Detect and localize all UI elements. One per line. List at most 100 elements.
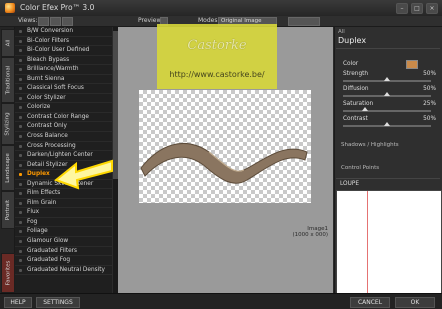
tab-portrait[interactable]: Portrait	[1, 191, 15, 229]
favorite-toggle-icon[interactable]	[19, 68, 22, 72]
tab-portrait-label: Portrait	[5, 199, 12, 221]
favorite-toggle-icon[interactable]	[19, 87, 22, 91]
filter-item[interactable]: Fog	[15, 218, 112, 228]
slider-knob[interactable]	[362, 107, 368, 111]
filter-item-label: Graduated Fog	[27, 257, 71, 264]
slider-knob[interactable]	[384, 77, 390, 81]
ok-button[interactable]: OK	[395, 297, 435, 308]
filter-item[interactable]: Film Grain	[15, 199, 112, 209]
transparent-canvas[interactable]	[139, 90, 311, 203]
favorite-toggle-icon[interactable]	[19, 220, 22, 224]
favorite-toggle-icon[interactable]	[19, 30, 22, 33]
favorite-toggle-icon[interactable]	[19, 144, 22, 148]
favorite-toggle-icon[interactable]	[19, 182, 22, 186]
filter-item[interactable]: Bi-Color Filters	[15, 37, 112, 47]
favorite-toggle-icon[interactable]	[19, 58, 22, 62]
favorite-toggle-icon[interactable]	[19, 173, 22, 177]
title-bar: Color Efex Pro™ 3.0 – □ ×	[0, 0, 442, 17]
tab-traditional-label: Traditional	[5, 65, 12, 95]
favorite-toggle-icon[interactable]	[19, 192, 22, 196]
slider-value: 50%	[423, 116, 436, 122]
filter-item[interactable]: Flux	[15, 208, 112, 218]
tab-favorites[interactable]: Favorites	[1, 253, 15, 293]
filter-item[interactable]: Graduated Neutral Density	[15, 266, 112, 276]
filter-item[interactable]: Bleach Bypass	[15, 56, 112, 66]
slider-saturation: Saturation 25%	[343, 101, 438, 113]
filter-item[interactable]: Color Stylizer	[15, 94, 112, 104]
favorite-toggle-icon[interactable]	[19, 211, 22, 215]
color-swatch[interactable]	[406, 60, 418, 69]
favorite-toggle-icon[interactable]	[19, 39, 22, 43]
image-info: Image1 (1000 x 000)	[278, 226, 328, 238]
control-points-section[interactable]: Control Points	[341, 165, 379, 171]
slider-value: 25%	[423, 101, 436, 107]
filter-item[interactable]: Colorize	[15, 103, 112, 113]
maximize-icon[interactable]: □	[411, 3, 423, 14]
panel-divider	[336, 48, 440, 49]
slider-value: 50%	[423, 71, 436, 77]
filter-item-label: Contrast Color Range	[27, 113, 89, 120]
slider-label: Diffusion	[343, 86, 369, 92]
filter-item[interactable]: Classical Soft Focus	[15, 84, 112, 94]
cancel-button[interactable]: CANCEL	[350, 297, 390, 308]
shadows-highlights-section[interactable]: Shadows / Highlights	[341, 142, 399, 148]
favorite-toggle-icon[interactable]	[19, 259, 22, 263]
filter-item[interactable]: Cross Balance	[15, 132, 112, 142]
filter-item-label: Bi-Color Filters	[27, 37, 70, 44]
slider-knob[interactable]	[384, 92, 390, 96]
favorite-toggle-icon[interactable]	[19, 125, 22, 129]
slider-diffusion: Diffusion 50%	[343, 86, 438, 98]
tab-landscape-label: Landscape	[5, 153, 12, 183]
favorite-toggle-icon[interactable]	[19, 201, 22, 205]
side-by-side-view-button[interactable]	[62, 17, 73, 26]
filter-item[interactable]: Brilliance/Warmth	[15, 65, 112, 75]
filter-item-label: Burnt Sienna	[27, 75, 65, 82]
watermark: Castorke http://www.castorke.be/	[157, 24, 277, 89]
favorite-toggle-icon[interactable]	[19, 106, 22, 110]
single-view-button[interactable]	[38, 17, 49, 26]
tab-landscape[interactable]: Landscape	[1, 145, 15, 191]
favorite-toggle-icon[interactable]	[19, 96, 22, 100]
favorite-toggle-icon[interactable]	[19, 49, 22, 53]
favorite-toggle-icon[interactable]	[19, 135, 22, 139]
settings-button[interactable]: SETTINGS	[36, 297, 80, 308]
split-view-button[interactable]	[50, 17, 61, 26]
tab-traditional[interactable]: Traditional	[1, 57, 15, 103]
filter-item[interactable]: Graduated Fog	[15, 256, 112, 266]
favorite-toggle-icon[interactable]	[19, 249, 22, 253]
filter-item[interactable]: Graduated Filters	[15, 247, 112, 257]
filter-item-label: Glamour Glow	[27, 238, 69, 245]
filter-item[interactable]: Burnt Sienna	[15, 75, 112, 85]
filter-item[interactable]: B/W Conversion	[15, 27, 112, 37]
favorite-toggle-icon[interactable]	[19, 115, 22, 119]
filter-item[interactable]: Foliage	[15, 227, 112, 238]
panel-filter-name: Duplex	[338, 36, 367, 45]
filter-item-label: Duplex	[27, 171, 50, 178]
help-button[interactable]: HELP	[4, 297, 32, 308]
filter-item[interactable]: Contrast Color Range	[15, 113, 112, 123]
loupe-view[interactable]	[336, 190, 442, 294]
favorite-toggle-icon[interactable]	[19, 268, 22, 272]
filter-item[interactable]: Bi-Color User Defined	[15, 46, 112, 56]
minimize-icon[interactable]: –	[396, 3, 408, 14]
favorite-toggle-icon[interactable]	[19, 163, 22, 167]
slider-knob[interactable]	[384, 122, 390, 126]
loupe-guide-line	[367, 191, 368, 293]
loupe-label: LOUPE	[340, 181, 359, 187]
favorite-toggle-icon[interactable]	[19, 77, 22, 81]
slider-track[interactable]	[343, 110, 431, 112]
filter-item-label: Flux	[27, 209, 40, 216]
favorite-toggle-icon[interactable]	[19, 240, 22, 244]
filter-item[interactable]: Contrast Only	[15, 122, 112, 133]
slider-label: Saturation	[343, 101, 374, 107]
views-label: Views:	[18, 17, 38, 24]
zoom-select[interactable]	[288, 17, 320, 26]
watermark-url: http://www.castorke.be/	[169, 70, 265, 79]
tab-all[interactable]: All	[1, 29, 15, 57]
favorite-toggle-icon[interactable]	[19, 230, 22, 234]
close-icon[interactable]: ×	[426, 3, 438, 14]
filter-item[interactable]: Glamour Glow	[15, 237, 112, 247]
filter-item[interactable]: Cross Processing	[15, 142, 112, 152]
favorite-toggle-icon[interactable]	[19, 154, 22, 158]
tab-stylizing[interactable]: Stylizing	[1, 103, 15, 145]
